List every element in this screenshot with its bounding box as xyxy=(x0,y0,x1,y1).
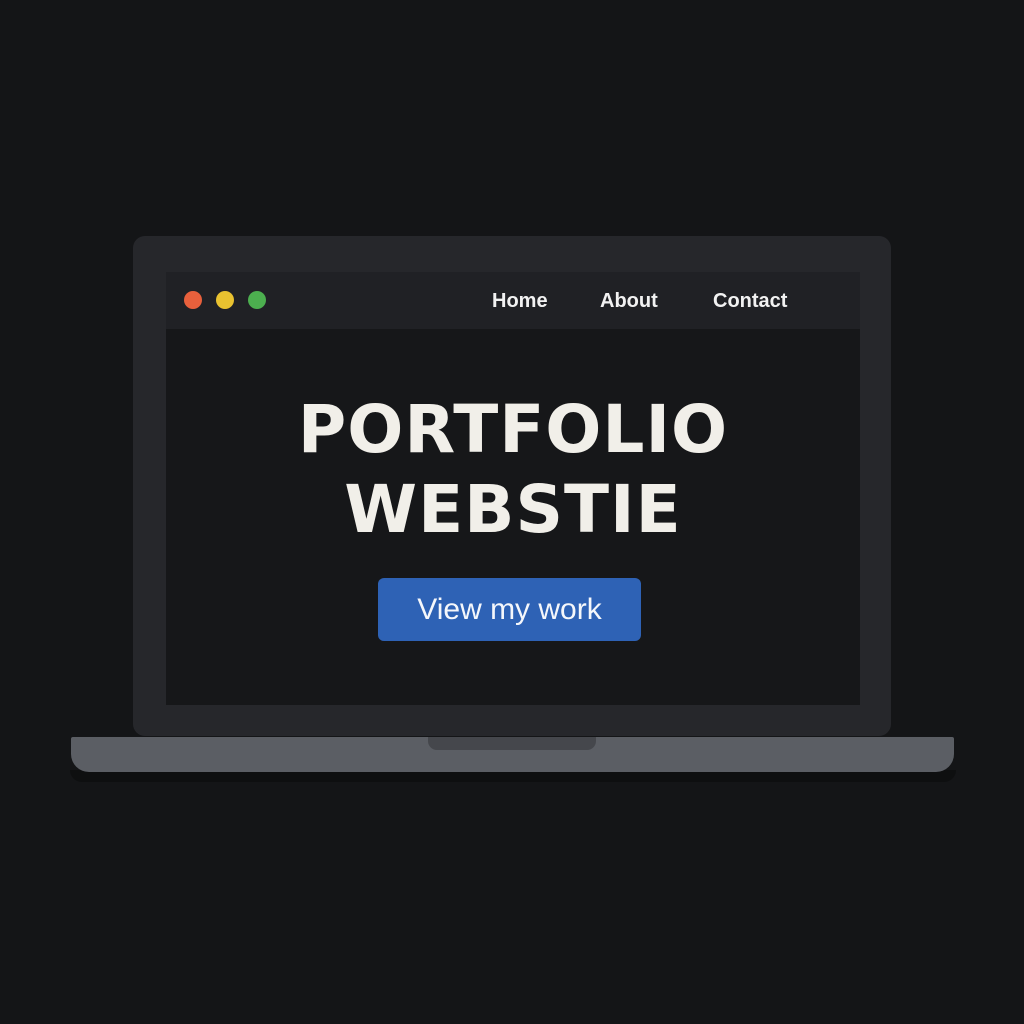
nav-link-about[interactable]: About xyxy=(600,288,658,314)
maximize-window-dot-icon[interactable] xyxy=(248,291,266,309)
view-my-work-button[interactable]: View my work xyxy=(378,578,641,641)
laptop-base xyxy=(71,737,954,772)
laptop-scene: Home About Contact PORTFOLIO WEBSTIE Vie… xyxy=(0,0,1024,1024)
hero-title-line-2: WEBSTIE xyxy=(344,471,682,548)
nav-link-contact[interactable]: Contact xyxy=(713,288,787,314)
nav-link-home[interactable]: Home xyxy=(492,288,548,314)
laptop-screen: Home About Contact PORTFOLIO WEBSTIE Vie… xyxy=(166,272,860,705)
close-window-dot-icon[interactable] xyxy=(184,291,202,309)
laptop-hinge-notch xyxy=(428,737,596,750)
minimize-window-dot-icon[interactable] xyxy=(216,291,234,309)
browser-toolbar: Home About Contact xyxy=(166,272,860,329)
hero-title: PORTFOLIO WEBSTIE xyxy=(166,390,860,550)
hero-title-line-1: PORTFOLIO xyxy=(297,391,729,468)
